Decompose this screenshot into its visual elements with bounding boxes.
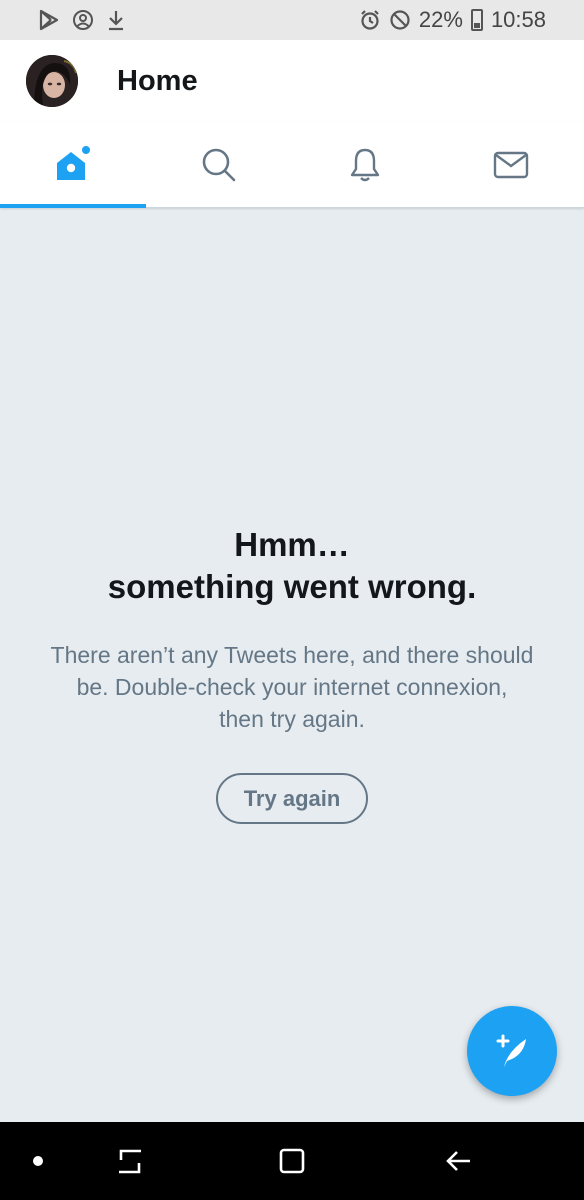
tab-home[interactable]: [0, 122, 146, 208]
app-header: Home: [0, 40, 584, 122]
search-icon: [202, 148, 236, 181]
empty-state-message-line3: then try again.: [219, 706, 365, 732]
tab-messages[interactable]: [438, 122, 584, 207]
timeline: Hmm… something went wrong. There aren’t …: [0, 208, 584, 1122]
home-button[interactable]: [270, 1122, 314, 1200]
status-left: [38, 9, 126, 31]
bell-icon: [350, 148, 380, 181]
tab-bar: [0, 122, 584, 208]
account-circle-icon: [73, 10, 93, 30]
status-bar: 22% 10:58: [0, 0, 584, 40]
clock: 10:58: [490, 7, 546, 32]
tab-search[interactable]: [146, 122, 292, 207]
dot-button: [18, 1122, 58, 1200]
empty-state-message: There aren’t any Tweets here, and there …: [30, 639, 554, 735]
recent-apps-button[interactable]: [108, 1122, 152, 1200]
download-icon: [109, 11, 123, 31]
battery-icon: [470, 9, 483, 31]
empty-state-title-line2: something went wrong.: [107, 568, 477, 605]
battery-percentage: 22%: [418, 7, 463, 32]
tab-notifications[interactable]: [292, 122, 438, 207]
page-title: Home: [117, 64, 198, 97]
avatar-image: [26, 55, 78, 107]
try-again-button[interactable]: Try again: [216, 773, 368, 824]
empty-state-message-line1: There aren’t any Tweets here, and there …: [50, 642, 534, 668]
home-icon: [57, 145, 90, 180]
back-icon: [446, 1151, 470, 1171]
status-right: 22% 10:58: [359, 7, 546, 33]
back-button[interactable]: [436, 1122, 480, 1200]
alarm-icon: [361, 10, 379, 30]
dot-icon: [33, 1156, 43, 1166]
system-nav-bar: [0, 1122, 584, 1200]
avatar[interactable]: [26, 55, 78, 107]
do-not-disturb-icon: [390, 10, 410, 30]
play-store-icon: [39, 9, 59, 31]
mail-icon: [493, 151, 529, 178]
empty-state-message-line2: be. Double-check your internet connexion…: [76, 674, 508, 700]
empty-state-title: Hmm… something went wrong.: [0, 524, 584, 608]
compose-tweet-icon: [496, 1034, 526, 1067]
home-square-icon: [279, 1148, 305, 1174]
recent-apps-icon: [119, 1149, 141, 1174]
empty-state-title-line1: Hmm…: [234, 526, 350, 563]
compose-tweet-button[interactable]: [467, 1006, 557, 1096]
